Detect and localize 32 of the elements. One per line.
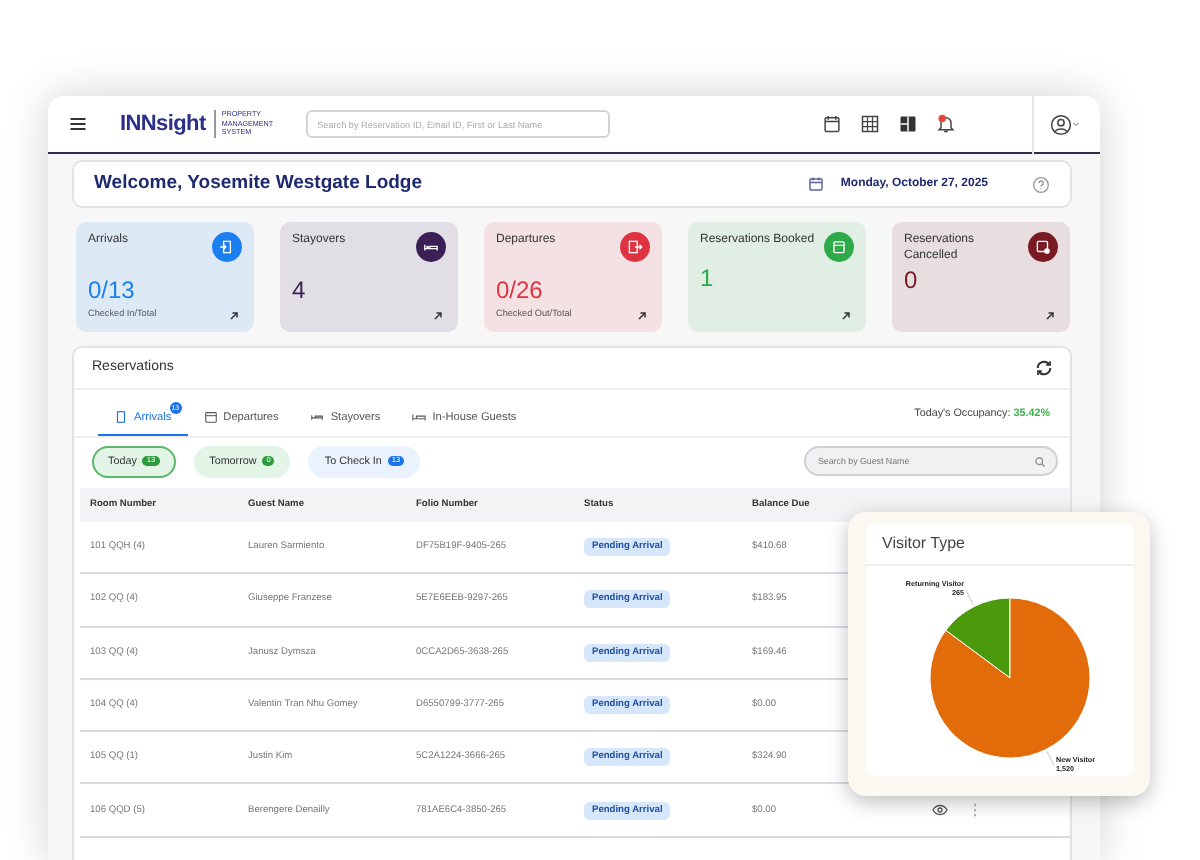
leader-line [965,590,974,606]
stat-value: 0 [904,268,920,294]
stat-value: 0/26 [496,278,545,304]
dashboard-icon[interactable] [898,114,918,134]
logo: INNsight [120,109,206,140]
search-icon [1034,455,1046,468]
stat-value: 0/13 [88,278,137,304]
stat-value: 4 [292,278,308,304]
arrow-icon[interactable] [636,310,648,322]
arrow-icon[interactable] [840,310,852,322]
leader-line [1046,750,1055,766]
arrow-icon[interactable] [432,310,444,322]
arrow-icon[interactable] [1044,310,1056,322]
eye-icon[interactable] [932,802,948,819]
menu-icon[interactable] [68,114,88,134]
bed-icon [310,410,325,425]
bell-icon[interactable] [936,114,956,134]
calendar-icon [808,176,825,192]
grid-icon[interactable] [860,114,880,134]
chart-title: Visitor Type [866,524,1134,566]
welcome-title: Welcome, Yosemite Westgate Lodge [94,169,423,198]
refresh-icon[interactable] [1034,358,1054,379]
door-icon [114,410,128,425]
arrow-icon[interactable] [228,310,240,322]
pie-slice[interactable] [945,597,1011,679]
help-icon[interactable] [1032,175,1050,193]
bed-icon [412,410,427,425]
pie-slice[interactable] [929,597,1091,759]
stat-value: 1 [700,266,716,292]
calendar-icon [203,410,218,425]
calendar-icon[interactable] [822,114,842,134]
user-avatar-icon[interactable] [1050,113,1072,135]
